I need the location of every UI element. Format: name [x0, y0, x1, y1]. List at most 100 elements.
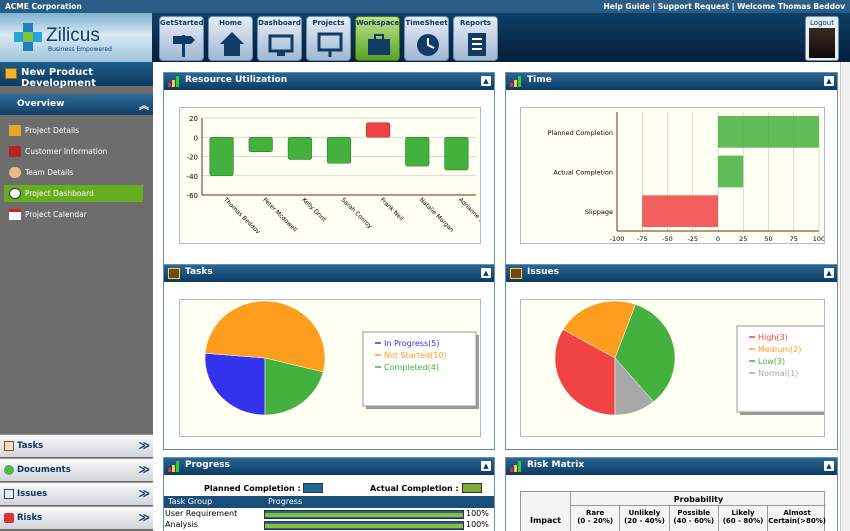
logo: Zilicus Business Empowered: [0, 13, 152, 62]
probability-range: (60 - 80%): [722, 517, 764, 525]
logout-button[interactable]: Logout: [805, 16, 839, 61]
probability-range: (20 - 40%): [624, 517, 665, 525]
header: Zilicus Business Empowered GetStarted Ho…: [0, 13, 850, 62]
accordion-label: Risks: [17, 513, 43, 523]
time-chart: -100 -75 -50 -25 0 25 50 75 100 Planned Completio…: [548, 112, 825, 243]
table-row: User Requirement 100%: [164, 509, 494, 520]
nav-label: Workspace: [356, 19, 400, 27]
top-links[interactable]: Help Guide | Support Request | Welcome T…: [603, 2, 845, 11]
resource-chart: 20 0 -20 -40 -60 Thomas Beddov Peter Mcdowell K…: [187, 115, 497, 236]
actual-completion-swatch: [462, 483, 482, 493]
probability-columns: Rare (0 - 20%) Unlikely (20 - 40%) Possibl…: [571, 506, 826, 531]
legend-label: Not Started(10): [384, 351, 447, 360]
chart-box: High(3) Medium(2) Low(3) Normal(1): [520, 299, 836, 437]
y-tick-label: 0: [194, 134, 198, 142]
bar: [248, 136, 273, 152]
logo-icon: [14, 23, 42, 51]
collapse-icon[interactable]: ▲: [824, 76, 834, 86]
progress-bar: [264, 521, 464, 530]
table-row: Analysis 100%: [164, 520, 494, 531]
sidebar-item-project-dashboard[interactable]: Project Dashboard: [4, 185, 143, 202]
nav-label: GetStarted: [160, 19, 204, 27]
logout-label: Logout: [810, 19, 834, 27]
nav-projects[interactable]: Projects: [306, 16, 351, 61]
x-tick-label: 0: [716, 235, 720, 243]
sidebar-item-label: Customer Information: [25, 147, 108, 156]
actual-completion-label: Actual Completion :: [370, 484, 459, 493]
probability-range: (0 - 20%): [577, 517, 614, 525]
sidebar-item-customer-information[interactable]: Customer Information: [4, 143, 143, 160]
bar: [326, 136, 352, 164]
legend-label: Medium(2): [758, 345, 801, 354]
collapse-icon[interactable]: ▲: [481, 461, 491, 471]
overview-header[interactable]: Overview ︽: [0, 94, 153, 115]
x-tick-label: 25: [739, 235, 747, 243]
x-tick-label: Adrianne Broom: [457, 196, 480, 235]
probability-name: Unlikely: [628, 509, 661, 517]
risk-matrix-panel: Risk Matrix ▲ Impact Probability Rare (0 -…: [505, 457, 838, 531]
sidebar-item-label: Project Dashboard: [25, 189, 94, 198]
page-scrollbar[interactable]: [840, 62, 850, 531]
panel-title: Progress: [185, 460, 230, 470]
customer-icon: [9, 146, 21, 157]
sidebar-item-project-details[interactable]: Project Details: [4, 122, 143, 139]
panel-header: Tasks ▲: [164, 265, 494, 282]
x-tick-label: -25: [687, 235, 698, 243]
nav-workspace[interactable]: Workspace: [355, 16, 400, 61]
panel-header: Time ▲: [506, 73, 837, 90]
nav-label: Dashboard: [258, 19, 301, 27]
probability-column: Possible (40 - 60%): [670, 506, 719, 531]
sidebar: New Product Development Overview ︽ Projec…: [0, 62, 153, 531]
chevron-right-icon: ≫: [138, 463, 150, 476]
collapse-icon[interactable]: ▲: [824, 268, 834, 278]
folder-icon: [9, 125, 21, 136]
bar: [718, 115, 819, 148]
chart-box: In Progress(5) Not Started(10) Completed(4…: [179, 299, 481, 437]
issues-panel: Issues ▲ High(3) Medium(2) Low(3) Normal(1): [505, 264, 838, 450]
accordion-issues[interactable]: Issues ≫: [0, 482, 153, 505]
nav-reports[interactable]: Reports: [453, 16, 498, 61]
sidebar-item-project-calendar[interactable]: Project Calendar: [4, 206, 143, 223]
top-bar: ACME Corporation Help Guide | Support Re…: [0, 0, 850, 13]
accordion-risks[interactable]: Risks ≫: [0, 506, 153, 529]
planned-completion-swatch: [303, 483, 323, 493]
dashboard-area: Resource Utilization ▲ 20 0 -20 -40 -60 Thomas…: [153, 62, 850, 531]
accordion-tasks[interactable]: Tasks ≫: [0, 434, 153, 457]
x-tick-label: Thomas Beddov: [221, 196, 261, 236]
collapse-icon[interactable]: ▲: [824, 461, 834, 471]
legend-label: High(3): [758, 333, 788, 342]
nav-dashboard[interactable]: Dashboard: [257, 16, 302, 61]
nav-timesheet[interactable]: TimeSheet: [404, 16, 449, 61]
panel-header: Resource Utilization ▲: [164, 73, 494, 90]
progress-panel: Progress ▲ Planned Completion : Actual Co…: [163, 457, 495, 531]
accordion-documents[interactable]: Documents ≫: [0, 458, 153, 481]
bar: [718, 155, 744, 188]
y-tick-label: -60: [187, 192, 198, 200]
x-tick-label: -50: [662, 235, 673, 243]
x-tick-label: Natalie Morgan: [418, 196, 455, 233]
x-tick-label: Frank Neil: [379, 196, 405, 222]
impact-header: Impact: [521, 492, 571, 531]
probability-name: Almost: [783, 509, 811, 517]
signpost-icon: [173, 35, 195, 57]
x-tick-label: -75: [637, 235, 648, 243]
chart-icon: [510, 76, 522, 87]
collapse-icon[interactable]: ▲: [481, 76, 491, 86]
probability-column: Unlikely (20 - 40%): [620, 506, 670, 531]
y-tick-label: 20: [189, 115, 198, 123]
accordion-label: Documents: [17, 465, 71, 475]
probability-header: Probability: [571, 492, 826, 506]
overview-label: Overview: [17, 99, 65, 109]
nav-label: Home: [219, 19, 242, 27]
collapse-icon[interactable]: ▲: [481, 268, 491, 278]
nav-getstarted[interactable]: GetStarted: [159, 16, 204, 61]
chevron-right-icon: ≫: [138, 487, 150, 500]
x-tick-label: 75: [790, 235, 798, 243]
probability-range: Certain(>80%): [768, 517, 826, 525]
sidebar-item-team-details[interactable]: Team Details: [4, 164, 143, 181]
avatar: [809, 28, 835, 58]
nav-home[interactable]: Home: [208, 16, 253, 61]
y-tick-label: -20: [187, 154, 198, 162]
task-group-name: Analysis: [165, 520, 198, 529]
team-icon: [9, 167, 21, 178]
